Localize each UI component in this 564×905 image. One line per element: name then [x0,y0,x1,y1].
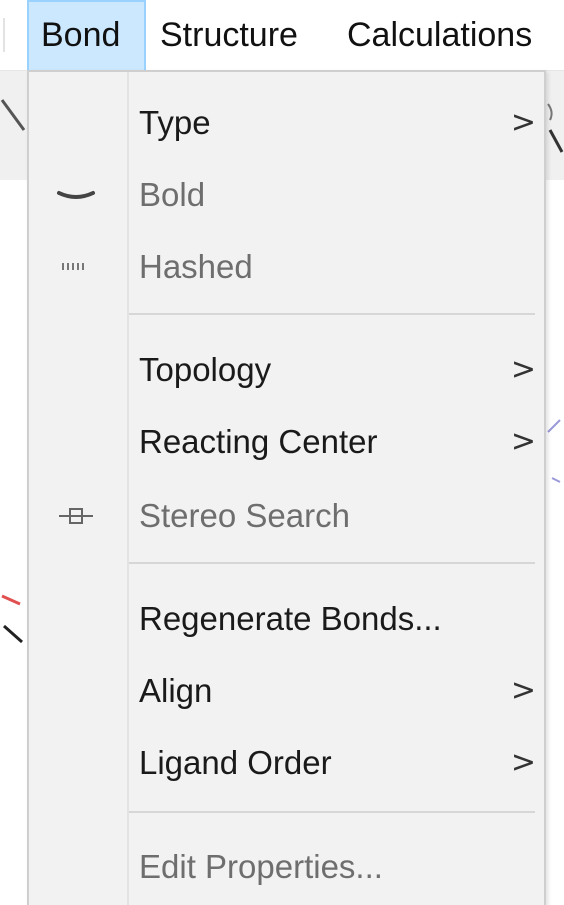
menu-bar: Bond Structure Calculations [0,0,564,71]
menu-item-regenerate-bonds-label: Regenerate Bonds... [139,600,442,637]
menu-separator [129,562,535,564]
menubar-edge-mark [3,18,5,52]
menu-item-bold-label: Bold [139,176,206,213]
menu-structure[interactable]: Structure [160,0,298,70]
menu-separator [129,811,535,813]
bond-menu-dropdown: Type > Bold Hashed Topology > Reacting C… [27,70,546,905]
menu-item-ligand-order[interactable]: Ligand Order > [29,730,544,796]
menu-item-topology[interactable]: Topology > [29,337,544,403]
menu-item-bold[interactable]: Bold [29,162,544,228]
menu-item-edit-properties-label: Edit Properties... [139,848,383,885]
menu-item-regenerate-bonds[interactable]: Regenerate Bonds... [29,586,544,652]
chevron-right-icon: > [510,424,536,459]
canvas-bond-fragment-left-top [0,99,26,131]
chevron-right-icon: > [510,352,536,387]
canvas-bond-fragment-right-top [547,103,564,153]
hashed-bond-icon [62,263,84,270]
stereo-search-icon [59,508,93,524]
menu-item-edit-properties[interactable]: Edit Properties... [29,834,544,900]
menu-item-topology-label: Topology [139,351,272,388]
menu-item-align-label: Align [139,672,213,709]
menu-item-stereo-search[interactable]: Stereo Search [29,483,544,549]
menu-bond[interactable]: Bond [27,0,146,70]
menu-item-type-label: Type [139,104,211,141]
menu-item-hashed-label: Hashed [139,248,253,285]
menu-item-reacting-center-label: Reacting Center [139,423,378,460]
chevron-right-icon: > [510,105,536,140]
canvas-bond-fragment-right-mid [547,419,561,483]
chevron-right-icon: > [510,673,536,708]
menu-item-align[interactable]: Align > [29,658,544,724]
menu-item-reacting-center[interactable]: Reacting Center > [29,409,544,475]
menu-item-stereo-search-label: Stereo Search [139,497,350,534]
menu-item-type[interactable]: Type > [29,90,544,156]
menu-separator [129,313,535,315]
menu-calculations[interactable]: Calculations [347,0,532,70]
menu-item-ligand-order-label: Ligand Order [139,744,332,781]
bold-bond-icon [57,191,95,199]
chevron-right-icon: > [510,745,536,780]
menu-item-hashed[interactable]: Hashed [29,234,544,300]
canvas-bond-fragment-left-mid [1,594,23,644]
